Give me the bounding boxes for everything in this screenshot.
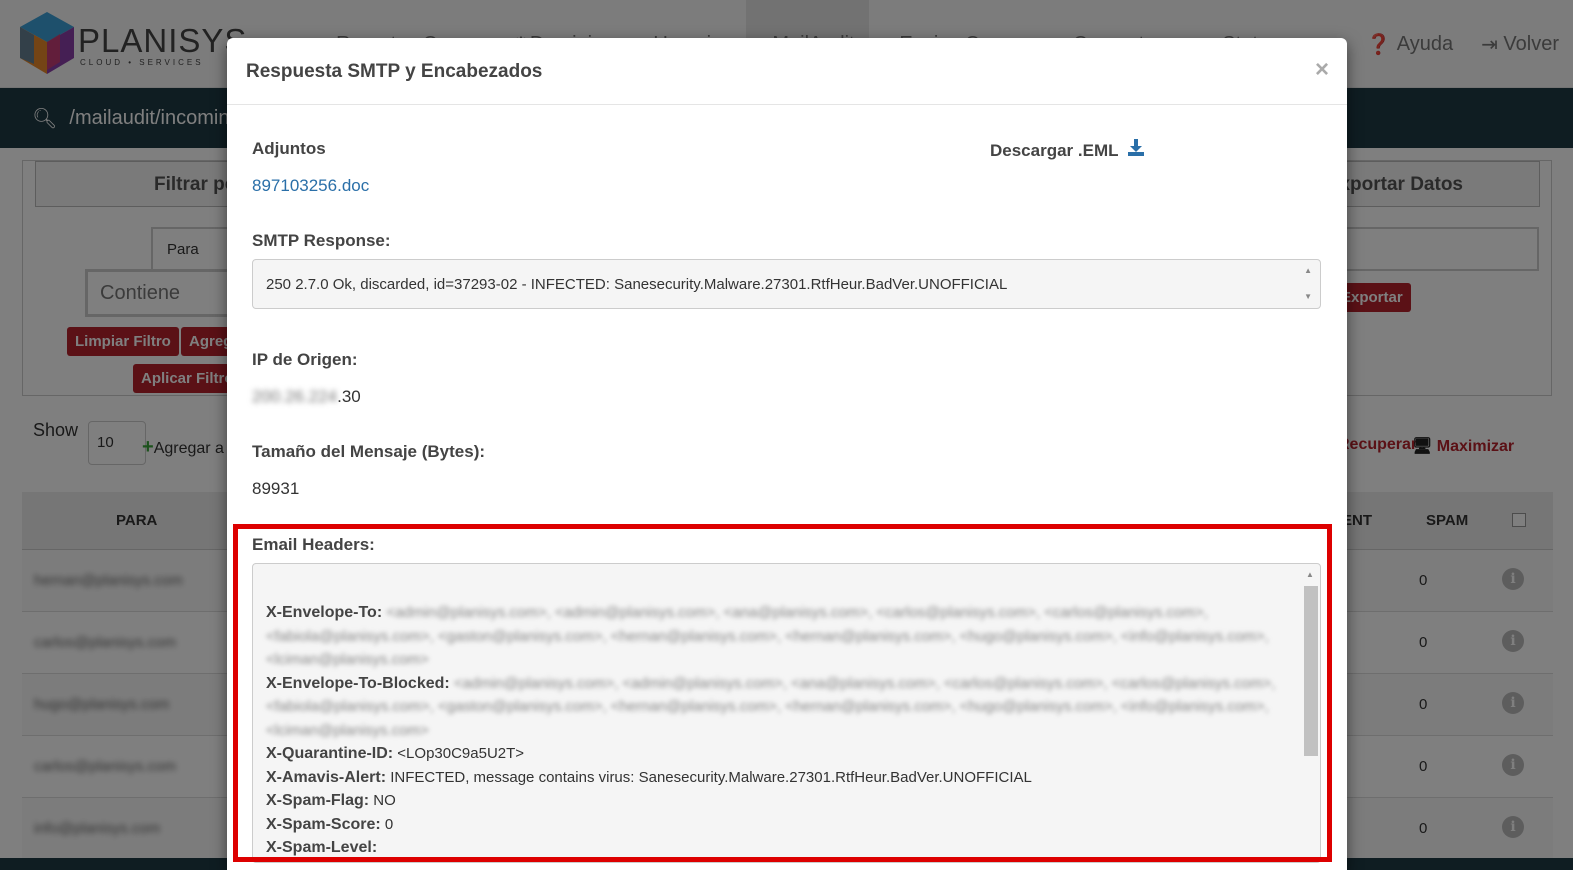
message-size-value: 89931 (252, 479, 300, 498)
ip-suffix: .30 (337, 387, 361, 406)
header-key: X-Envelope-To: (266, 604, 383, 621)
smtp-response-label: SMTP Response: (252, 231, 391, 250)
ip-redacted: 200.26.224 (252, 387, 338, 406)
header-envelope-to: X-Envelope-To: <admin@planisys.com>, <ad… (266, 601, 1296, 672)
headers-scrollbar[interactable]: ▲ (1302, 568, 1318, 858)
header-envelope-to-blocked: X-Envelope-To-Blocked: <admin@planisys.c… (266, 672, 1296, 743)
smtp-headers-modal: Respuesta SMTP y Encabezados × Adjuntos … (227, 38, 1347, 870)
header-value: <admin@planisys.com>, <admin@planisys.co… (266, 604, 1269, 668)
download-eml-label: Descargar .EML (990, 141, 1119, 160)
header-key: X-Quarantine-ID: (266, 745, 394, 762)
header-quarantine-id: X-Quarantine-ID: <LOp30C9a5U2T> (266, 742, 1296, 766)
scroll-up-icon[interactable]: ▲ (1304, 266, 1312, 275)
header-key: X-Spam-Score: (266, 815, 381, 833)
header-value: NO (373, 792, 396, 809)
email-headers-field[interactable]: X-Envelope-To: <admin@planisys.com>, <ad… (252, 563, 1321, 863)
scroll-thumb[interactable] (1304, 586, 1318, 756)
origin-ip-label: IP de Origen: (252, 350, 358, 369)
download-eml-button[interactable]: Descargar .EML (990, 139, 1145, 161)
header-value: INFECTED, message contains virus: Sanese… (390, 768, 1032, 786)
header-key: X-Spam-Flag: (266, 792, 370, 809)
attachments-label: Adjuntos (252, 139, 326, 158)
download-icon (1127, 139, 1144, 156)
scroll-down-icon[interactable]: ▼ (1304, 292, 1312, 301)
header-spam-level: X-Spam-Level: (266, 836, 1296, 860)
smtp-response-field[interactable]: 250 2.7.0 Ok, discarded, id=37293-02 - I… (252, 259, 1321, 309)
header-amavis-alert: X-Amavis-Alert: INFECTED, message contai… (266, 766, 1296, 790)
attachment-link[interactable]: 897103256.doc (252, 176, 369, 196)
smtp-response-value: 250 2.7.0 Ok, discarded, id=37293-02 - I… (266, 276, 1008, 293)
header-key: X-Envelope-To-Blocked: (266, 674, 450, 692)
email-headers-label: Email Headers: (252, 535, 375, 554)
header-value: <LOp30C9a5U2T> (397, 745, 525, 762)
header-key: X-Spam-Level: (266, 839, 378, 856)
header-value: 0 (384, 815, 394, 833)
header-spam-flag: X-Spam-Flag: NO (266, 789, 1296, 813)
headers-content: X-Envelope-To: <admin@planisys.com>, <ad… (266, 601, 1296, 860)
modal-header: Respuesta SMTP y Encabezados × (227, 38, 1347, 105)
scroll-up-icon[interactable]: ▲ (1306, 570, 1314, 579)
close-icon[interactable]: × (1315, 56, 1329, 84)
header-spam-score: X-Spam-Score: 0 (266, 813, 1296, 837)
header-key: X-Amavis-Alert: (266, 768, 387, 786)
message-size-label: Tamaño del Mensaje (Bytes): (252, 442, 486, 461)
modal-title: Respuesta SMTP y Encabezados (246, 61, 543, 82)
origin-ip-value: 200.26.224.30 (252, 387, 361, 407)
